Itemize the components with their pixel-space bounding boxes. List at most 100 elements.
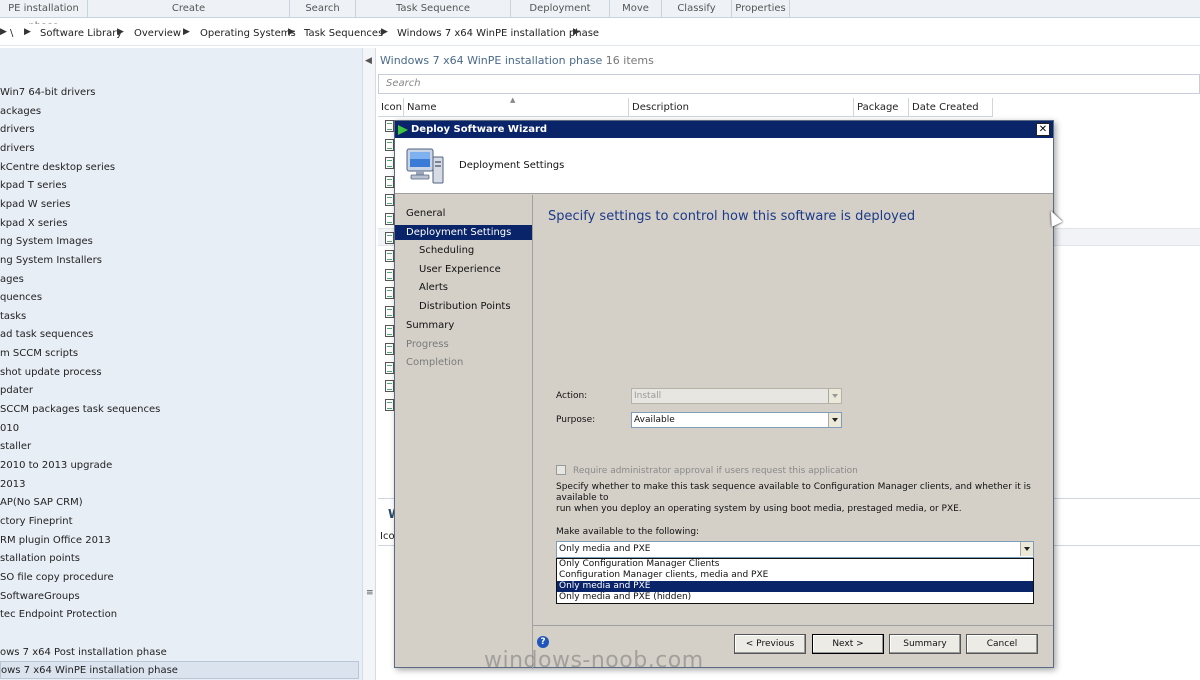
ribbon-group-labels: PE installation phase Create Search Task… (0, 0, 1200, 32)
column-header-date-created[interactable]: Date Created (909, 98, 993, 117)
wizard-title-bar[interactable]: Deploy Software Wizard ✕ (395, 121, 1053, 138)
breadcrumb-item-software-library[interactable]: Software Library (40, 28, 122, 39)
wizard-step-deployment-settings[interactable]: Deployment Settings (395, 225, 532, 240)
nav-tree-item[interactable]: ng System Installers (0, 252, 102, 270)
nav-tree-item[interactable]: staller (0, 438, 31, 456)
nav-tree-item[interactable]: pdater (0, 382, 33, 400)
nav-tree-item[interactable]: tasks (0, 308, 26, 326)
nav-tree-item[interactable]: kpad X series (0, 215, 67, 233)
nav-tree-item[interactable]: 2010 to 2013 upgrade (0, 457, 112, 475)
splitter-grip-icon[interactable]: ≡ (366, 588, 374, 598)
nav-tree-item[interactable]: stallation points (0, 550, 80, 568)
make-available-label: Make available to the following: (556, 527, 700, 537)
purpose-select[interactable]: Available (631, 412, 842, 428)
list-title-text: Windows 7 x64 WinPE installation phase (380, 54, 603, 67)
dropdown-option[interactable]: Only Configuration Manager Clients (557, 559, 1033, 570)
make-available-dropdown-list: Only Configuration Manager Clients Confi… (556, 558, 1034, 604)
crumb-arrow-icon[interactable]: ▶ (573, 27, 580, 37)
nav-tree-item[interactable]: kCentre desktop series (0, 159, 115, 177)
nav-tree-item[interactable]: SO file copy procedure (0, 569, 114, 587)
column-header-name[interactable]: Name ▲ (404, 96, 629, 117)
nav-tree-item[interactable]: shot update process (0, 364, 102, 382)
next-button[interactable]: Next > (812, 634, 884, 654)
crumb-arrow-icon[interactable]: ▶ (183, 27, 190, 37)
breadcrumb-item-operating-systems[interactable]: Operating Systems (200, 28, 296, 39)
task-sequence-icon (385, 306, 394, 318)
wizard-title: Deploy Software Wizard (411, 124, 548, 135)
task-sequence-icon (385, 324, 394, 337)
column-header-description[interactable]: Description (629, 98, 854, 117)
column-header-icon[interactable]: Icon (378, 98, 404, 117)
nav-tree-item[interactable]: drivers (0, 140, 35, 158)
nav-tree-item[interactable]: tec Endpoint Protection (0, 606, 117, 624)
nav-tree-item[interactable]: quences (0, 289, 42, 307)
column-header-package-id[interactable]: Package ID (854, 98, 909, 132)
crumb-arrow-icon[interactable]: ▶ (381, 27, 388, 37)
wizard-step-general[interactable]: General (395, 206, 532, 221)
dropdown-option[interactable]: Only media and PXE (hidden) (557, 592, 1033, 603)
nav-tree-item[interactable]: ackages (0, 103, 41, 121)
nav-tree-item[interactable]: Win7 64-bit drivers (0, 84, 96, 102)
search-input[interactable]: Search (378, 74, 1200, 94)
nav-tree-item[interactable]: m SCCM scripts (0, 345, 78, 363)
green-arrow-icon (398, 125, 408, 135)
ribbon-group-label: Move (610, 0, 662, 18)
chevron-down-icon[interactable] (1020, 542, 1033, 556)
breadcrumb-item-overview[interactable]: Overview (134, 28, 181, 39)
nav-tree-item[interactable]: ows 7 x64 Post installation phase (0, 644, 167, 662)
nav-tree-item[interactable]: ages (0, 271, 24, 289)
wizard-step-summary[interactable]: Summary (395, 318, 532, 333)
availability-description: Specify whether to make this task sequen… (556, 482, 1046, 515)
pane-splitter[interactable] (362, 48, 376, 680)
wizard-step-distribution-points[interactable]: Distribution Points (395, 299, 532, 314)
task-sequence-icon (385, 287, 394, 300)
wizard-step-alerts[interactable]: Alerts (395, 280, 532, 295)
details-column-header: Ico (380, 531, 395, 542)
cancel-button[interactable]: Cancel (966, 634, 1038, 654)
crumb-arrow-icon[interactable]: ▶ (288, 27, 295, 37)
nav-tree-item[interactable]: ad task sequences (0, 326, 93, 344)
wizard-step-scheduling[interactable]: Scheduling (395, 243, 532, 258)
breadcrumb-item-task-sequences[interactable]: Task Sequences (304, 28, 383, 39)
breadcrumb-root[interactable]: \ (10, 28, 13, 39)
task-sequence-icon (385, 175, 394, 188)
sort-arrow-icon: ▲ (510, 96, 516, 104)
nav-tree-item[interactable]: kpad T series (0, 177, 67, 195)
purpose-label: Purpose: (556, 415, 596, 425)
task-sequence-icon (385, 213, 394, 225)
dropdown-option[interactable]: Configuration Manager clients, media and… (557, 570, 1033, 581)
make-available-select[interactable]: Only media and PXE (556, 541, 1034, 558)
nav-tree-item[interactable]: 2013 (0, 476, 25, 494)
chevron-down-icon[interactable] (828, 413, 841, 427)
nav-tree-item[interactable]: drivers (0, 121, 35, 139)
nav-tree-item[interactable]: ctory Fineprint (0, 513, 73, 531)
close-button[interactable]: ✕ (1036, 123, 1050, 136)
dropdown-option-selected[interactable]: Only media and PXE (557, 581, 1033, 592)
approval-checkbox-label: Require administrator approval if users … (573, 466, 858, 476)
chevron-down-icon (828, 389, 841, 403)
nav-tree-item[interactable]: kpad W series (0, 196, 70, 214)
breadcrumb-item-current[interactable]: Windows 7 x64 WinPE installation phase (397, 28, 599, 39)
nav-tree-item[interactable]: ows 7 x64 WinPE installation phase (0, 661, 359, 679)
task-sequence-icon (385, 120, 394, 132)
nav-tree-item[interactable]: SCCM packages task sequences (0, 401, 160, 419)
nav-tree-item[interactable]: SoftwareGroups (0, 588, 80, 606)
ribbon-group-label: Task Sequence (356, 0, 511, 18)
task-sequence-icon (385, 231, 394, 244)
ribbon-group-label: PE installation phase (0, 0, 88, 32)
crumb-arrow-icon[interactable]: ▶ (24, 27, 31, 37)
collapse-pane-icon[interactable]: ◀ (365, 56, 372, 66)
nav-tree-item[interactable]: ng System Images (0, 233, 93, 251)
task-sequence-icon (385, 399, 394, 411)
wizard-step-user-experience[interactable]: User Experience (395, 262, 532, 277)
summary-button[interactable]: Summary (889, 634, 961, 654)
approval-checkbox (556, 465, 566, 475)
nav-tree-item[interactable]: 010 (0, 420, 19, 438)
crumb-arrow-icon[interactable]: ▶ (117, 27, 124, 37)
ribbon-group-label: Properties (732, 0, 790, 18)
nav-tree-item[interactable]: RM plugin Office 2013 (0, 532, 111, 550)
nav-tree-item[interactable]: AP(No SAP CRM) (0, 494, 83, 512)
previous-button[interactable]: < Previous (734, 634, 806, 654)
crumb-arrow-icon: ▶ (0, 27, 7, 37)
help-icon[interactable]: ? (537, 636, 549, 648)
